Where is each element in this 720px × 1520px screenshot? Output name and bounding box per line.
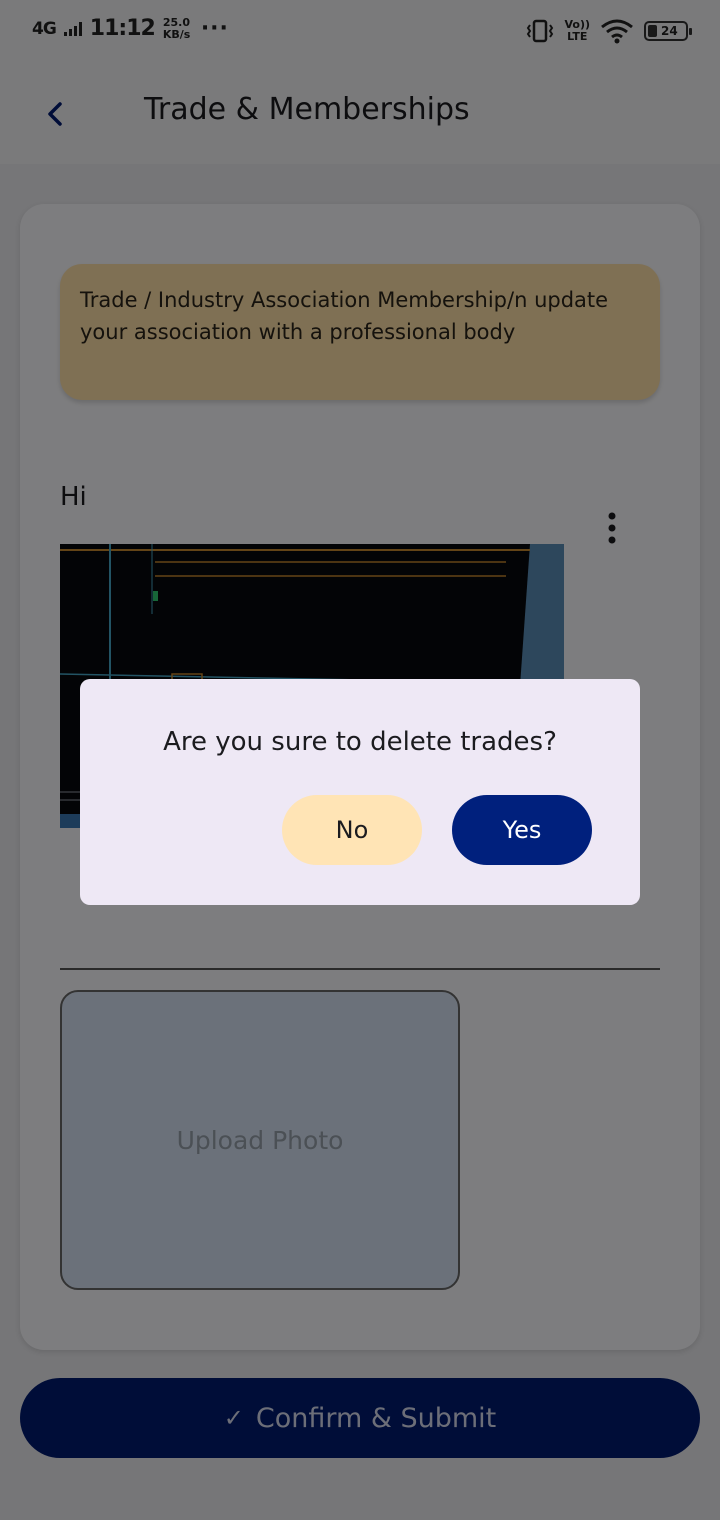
no-button[interactable]: No	[282, 795, 422, 865]
yes-button[interactable]: Yes	[452, 795, 592, 865]
dialog-message: Are you sure to delete trades?	[163, 727, 557, 757]
confirm-delete-dialog: Are you sure to delete trades? No Yes	[80, 679, 640, 905]
